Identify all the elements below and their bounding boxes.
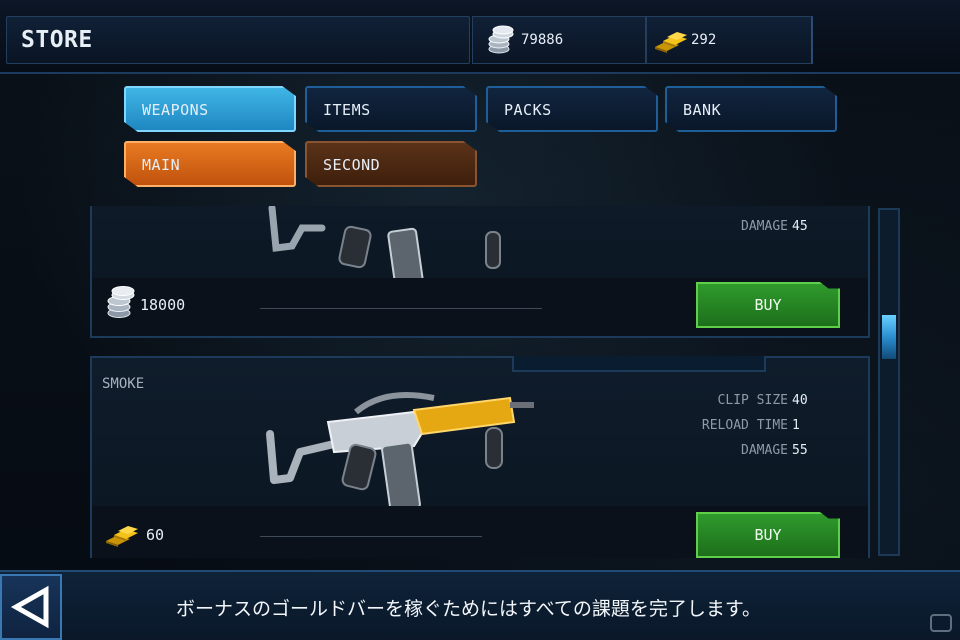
list-item: SMOKE CLIP SIZE 40 RELOAD TIME 1 DAMAGE 55 — [90, 356, 870, 558]
stat-row: DAMAGE 55 — [741, 443, 808, 458]
hint-text: ボーナスのゴールドバーを稼ぐためにはすべての課題を完了します。 — [176, 598, 762, 620]
tab-bank[interactable]: BANK — [665, 86, 837, 132]
tab-items[interactable]: ITEMS — [305, 86, 477, 132]
silver-coins-icon — [107, 286, 135, 318]
subtab-main[interactable]: MAIN — [124, 141, 296, 187]
rifle-icon — [268, 206, 501, 278]
silver-amount: 79886 — [521, 32, 564, 48]
scrollbar[interactable] — [878, 208, 900, 556]
stat-row: DAMAGE 45 — [741, 219, 808, 234]
item-list[interactable]: DAMAGE 45 18000 BUY SMOKE CLIP SIZE 40 R… — [90, 206, 870, 558]
back-arrow-icon — [10, 585, 49, 629]
subtab-second[interactable]: SECOND — [305, 141, 477, 187]
item-price: 60 — [146, 526, 165, 544]
gold-balance: 292 — [646, 16, 813, 64]
subtab-second-label: SECOND — [323, 156, 381, 174]
top-bar: STORE 79886 292 — [0, 0, 960, 74]
tab-packs-label: PACKS — [504, 101, 552, 119]
divider — [260, 536, 482, 537]
gold-amount: 292 — [691, 32, 717, 48]
rifle-icon — [266, 392, 534, 512]
weapon-stats: CLIP SIZE 40 RELOAD TIME 1 DAMAGE 55 — [702, 388, 814, 463]
stat-row: RELOAD TIME 1 — [701, 418, 800, 433]
divider — [260, 308, 542, 309]
item-footer: 60 BUY — [92, 506, 868, 558]
weapon-name: SMOKE — [102, 376, 145, 392]
tab-weapons[interactable]: WEAPONS — [124, 86, 296, 132]
tab-bank-label: BANK — [683, 101, 722, 119]
buy-button[interactable]: BUY — [696, 282, 840, 328]
bottom-bar: ボーナスのゴールドバーを稼ぐためにはすべての課題を完了します。 — [0, 570, 960, 640]
silver-coins-icon — [488, 25, 514, 54]
item-price: 18000 — [140, 296, 186, 314]
list-item: DAMAGE 45 18000 BUY — [90, 206, 870, 338]
tab-weapons-label: WEAPONS — [142, 101, 209, 119]
stat-row: CLIP SIZE 40 — [717, 393, 808, 408]
scrollbar-thumb[interactable] — [882, 315, 896, 359]
buy-button[interactable]: BUY — [696, 512, 840, 558]
subtab-main-label: MAIN — [142, 156, 181, 174]
gold-bars-icon — [106, 526, 138, 547]
tab-items-label: ITEMS — [323, 101, 371, 119]
tab-packs[interactable]: PACKS — [486, 86, 658, 132]
item-footer: 18000 BUY — [92, 278, 868, 336]
weapon-stats: DAMAGE 45 — [741, 214, 814, 239]
store-header: STORE — [6, 16, 470, 64]
back-button[interactable] — [0, 574, 62, 640]
page-title: STORE — [21, 27, 93, 53]
gamer-logo-icon — [930, 614, 952, 632]
silver-balance: 79886 — [472, 16, 646, 64]
gold-bars-icon — [655, 32, 687, 53]
